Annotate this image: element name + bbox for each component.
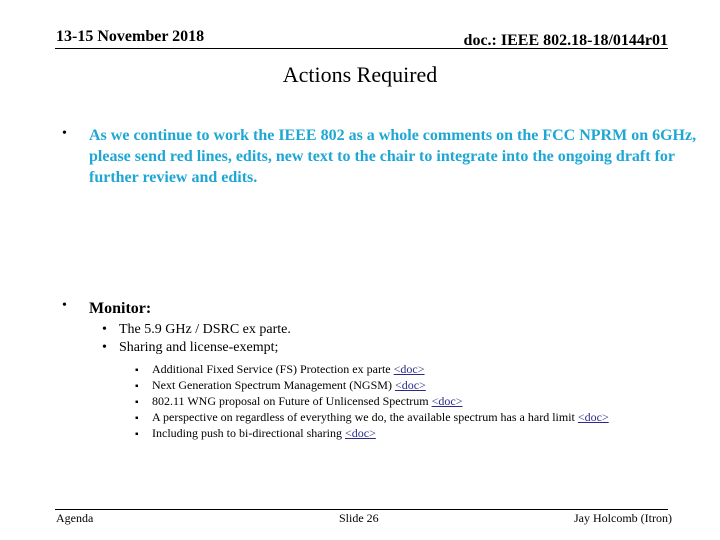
doc-link[interactable]: <doc> (578, 410, 609, 424)
header-divider (55, 48, 668, 49)
doc-link[interactable]: <doc> (345, 426, 376, 440)
bullet-marker: • (62, 126, 67, 141)
sub-list-item-text: Sharing and license-exempt; (119, 340, 279, 355)
bullet-marker: ▪ (135, 429, 139, 440)
doc-link[interactable]: <doc> (395, 378, 426, 392)
doc-link[interactable]: <doc> (432, 394, 463, 408)
doc-link[interactable]: <doc> (394, 362, 425, 376)
sub-sub-list-item: ▪ Including push to bi-directional sharin… (135, 425, 376, 443)
sub-sub-list-item-text: Additional Fixed Service (FS) Protection… (152, 362, 394, 376)
sub-sub-list-item-text: Next Generation Spectrum Management (NGS… (152, 378, 395, 392)
sub-list-item-text: The 5.9 GHz / DSRC ex parte. (119, 322, 291, 337)
bullet-monitor-heading: Monitor: (89, 300, 152, 317)
bullet-marker: • (102, 340, 107, 355)
slide-title: Actions Required (282, 62, 438, 87)
bullet-marker: • (62, 298, 67, 313)
footer-slide-number: Slide 26 (339, 511, 379, 525)
footer-divider (55, 509, 668, 510)
footer-agenda-link[interactable]: Agenda (56, 511, 93, 526)
bullet-action-text: As we continue to work the IEEE 802 as a… (89, 127, 697, 186)
sub-sub-list-item-text: 802.11 WNG proposal on Future of Unlicen… (152, 394, 432, 408)
header-date: 13-15 November 2018 (56, 28, 205, 45)
sub-list-item: • The 5.9 GHz / DSRC ex parte. (102, 321, 291, 339)
bullet-marker: • (102, 322, 107, 337)
sub-sub-list-item-text: Including push to bi-directional sharing (152, 426, 345, 440)
sub-sub-list-item-text: A perspective on regardless of everythin… (152, 410, 578, 424)
footer-author: Jay Holcomb (Itron) (574, 511, 672, 525)
sub-list-item: • Sharing and license-exempt; (102, 339, 278, 357)
